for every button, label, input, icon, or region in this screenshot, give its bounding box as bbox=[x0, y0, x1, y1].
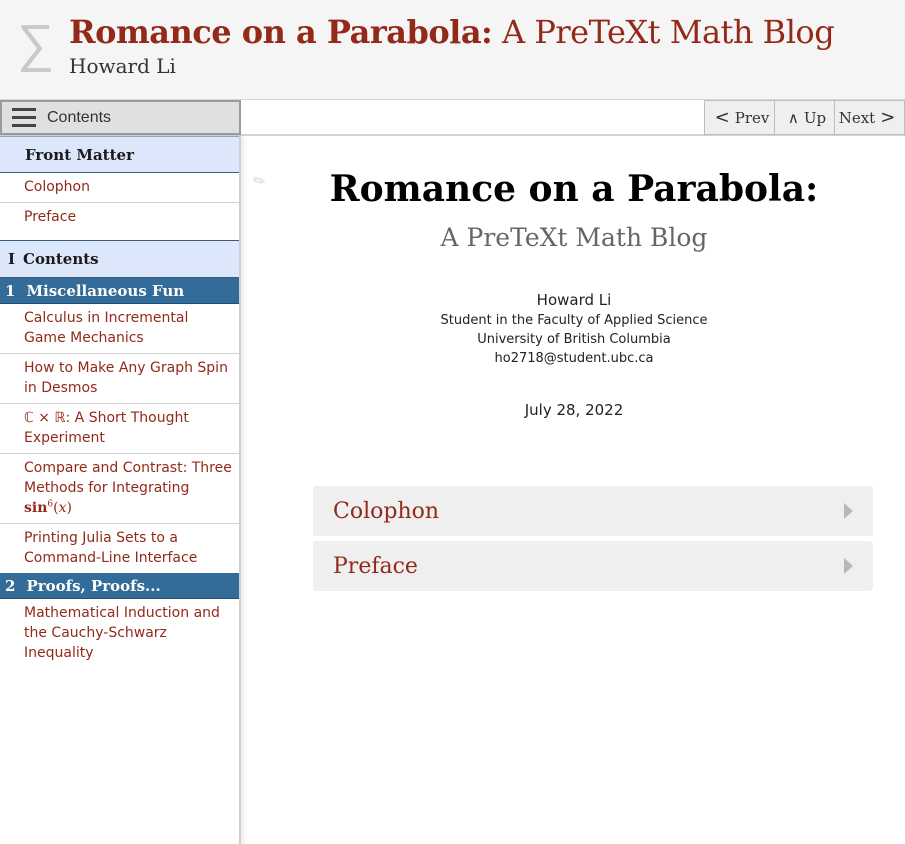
toc-item-graph-spin[interactable]: How to Make Any Graph Spin in Desmos bbox=[0, 354, 239, 404]
chevron-left-icon: < bbox=[714, 107, 730, 128]
hamburger-icon bbox=[12, 107, 36, 129]
chevron-up-icon: ∧ bbox=[787, 108, 799, 127]
knowl-colophon-label: Colophon bbox=[333, 498, 440, 524]
triangle-right-icon bbox=[844, 503, 853, 519]
toc-item-colophon[interactable]: Colophon bbox=[0, 173, 239, 203]
toc-divider bbox=[0, 232, 239, 241]
toc-chapter-number: 1 bbox=[5, 281, 16, 300]
toc-item-preface[interactable]: Preface bbox=[0, 203, 239, 232]
toc-sidebar: Front Matter Colophon Preface I Contents… bbox=[0, 136, 241, 844]
page-subtitle: A PreTeXt Math Blog bbox=[440, 223, 708, 252]
toc-item-integrating-methods[interactable]: Compare and Contrast: Three Methods for … bbox=[0, 454, 239, 524]
knowl-preface-label: Preface bbox=[333, 553, 418, 579]
prev-label: Prev bbox=[734, 108, 770, 127]
toc-item-induction[interactable]: Mathematical Induction and the Cauchy-Sc… bbox=[0, 599, 239, 668]
main-content: ✎ Romance on a Parabola: A PreTeXt Math … bbox=[243, 136, 905, 844]
toc-item-c-times-r[interactable]: ℂ × ℝ: A Short Thought Experiment bbox=[0, 404, 239, 454]
next-label: Next bbox=[838, 108, 876, 127]
publication-date: July 28, 2022 bbox=[524, 401, 624, 419]
next-button[interactable]: Next > bbox=[834, 100, 905, 135]
sigma-logo-icon[interactable]: ∑ bbox=[17, 14, 54, 74]
author-email: ho2718@student.ubc.ca bbox=[494, 351, 654, 366]
toc-item-julia-sets[interactable]: Printing Julia Sets to a Command-Line In… bbox=[0, 524, 239, 573]
up-label: Up bbox=[803, 108, 827, 127]
prev-button[interactable]: < Prev bbox=[704, 100, 775, 135]
toc-chapter-title: Miscellaneous Fun bbox=[26, 281, 185, 300]
toc-chapter-number: 2 bbox=[5, 576, 16, 595]
toc-part-number: I bbox=[8, 250, 16, 268]
toc-item-incremental-game[interactable]: Calculus in Incremental Game Mechanics bbox=[0, 304, 239, 354]
site-title-subtitle[interactable]: A PreTeXt Math Blog bbox=[502, 13, 835, 51]
navbar: Contents < Prev ∧ Up Next > bbox=[0, 100, 905, 136]
site-header: ∑ Romance on a Parabola: A PreTeXt Math … bbox=[0, 0, 905, 100]
chevron-right-icon: > bbox=[880, 107, 896, 128]
knowl-colophon[interactable]: Colophon bbox=[313, 486, 873, 536]
author-affiliation-faculty: Student in the Faculty of Applied Scienc… bbox=[440, 313, 708, 328]
author-affiliation-university: University of British Columbia bbox=[477, 332, 671, 347]
toc-chapter-title: Proofs, Proofs... bbox=[26, 576, 161, 595]
site-byline: Howard Li bbox=[69, 54, 176, 78]
triangle-right-icon bbox=[844, 558, 853, 574]
integrand-math: sin6(x) bbox=[24, 499, 72, 516]
page-title: Romance on a Parabola: bbox=[329, 168, 819, 210]
toc-item-integrating-text: Compare and Contrast: Three Methods for … bbox=[24, 460, 232, 496]
toc-part-title: Contents bbox=[23, 250, 99, 268]
toc-toggle-label: Contents bbox=[47, 108, 112, 126]
author-name: Howard Li bbox=[536, 291, 612, 309]
up-button[interactable]: ∧ Up bbox=[774, 100, 835, 135]
toc-chapter-miscellaneous-fun[interactable]: 1 Miscellaneous Fun bbox=[0, 278, 239, 304]
toc-part-contents[interactable]: I Contents bbox=[0, 241, 239, 278]
knowl-preface[interactable]: Preface bbox=[313, 541, 873, 591]
site-title[interactable]: Romance on a Parabola: A PreTeXt Math Bl… bbox=[69, 12, 835, 52]
nav-buttons: < Prev ∧ Up Next > bbox=[704, 100, 905, 135]
toc-front-matter-heading[interactable]: Front Matter bbox=[0, 136, 239, 173]
site-title-main[interactable]: Romance on a Parabola: bbox=[69, 13, 493, 51]
toc-toggle-button[interactable]: Contents bbox=[0, 100, 241, 135]
toc-chapter-proofs[interactable]: 2 Proofs, Proofs... bbox=[0, 573, 239, 599]
